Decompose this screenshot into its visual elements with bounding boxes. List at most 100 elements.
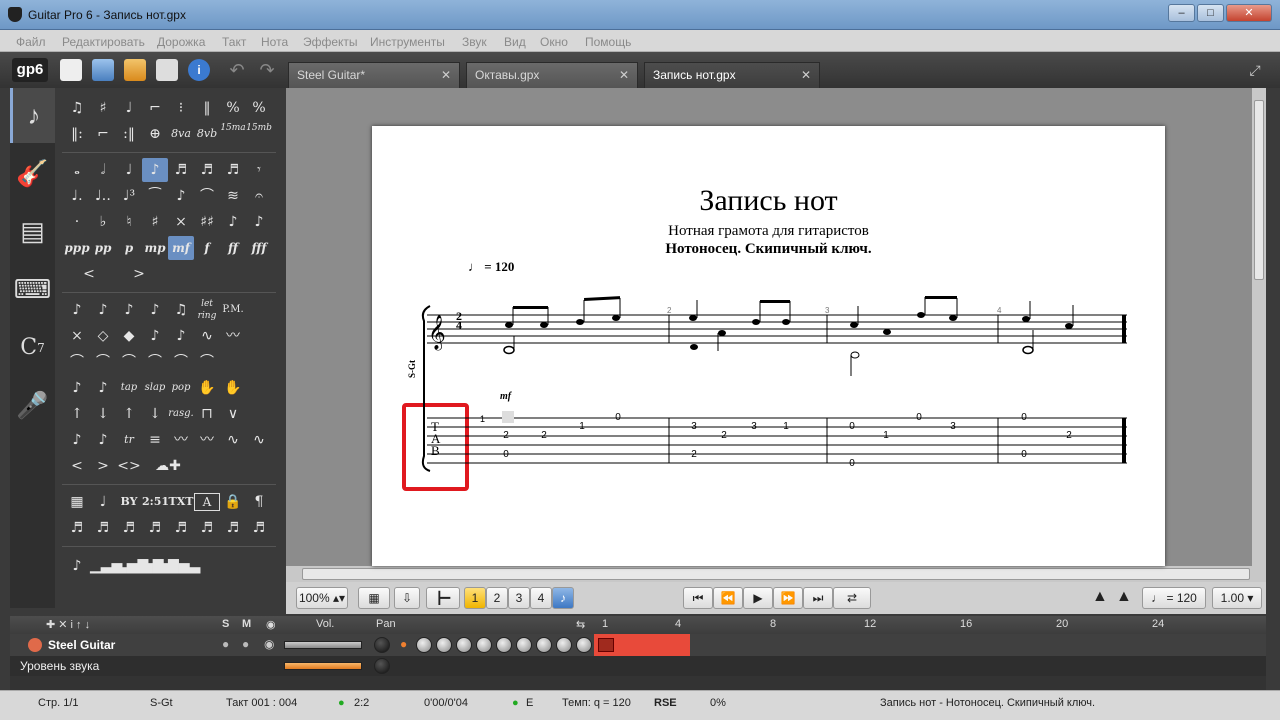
palm-mute-button[interactable]: P.M. <box>220 298 246 322</box>
tap-button[interactable]: tap <box>116 376 142 400</box>
arpeggio-down-icon[interactable]: ↓ <box>142 402 168 426</box>
save-file-icon[interactable] <box>124 59 146 81</box>
rewind-icon[interactable]: ⏪ <box>713 587 743 609</box>
auto-volume-icon[interactable]: ♬ <box>116 516 142 540</box>
ghost-note-icon[interactable]: ♪ <box>220 210 246 234</box>
menu-view[interactable]: Вид <box>504 35 526 49</box>
brush-down-icon[interactable]: ↓ <box>90 402 116 426</box>
track-row[interactable]: Steel Guitar ● ● ◉ ● <box>10 634 1266 656</box>
tuplet-icon[interactable]: ⌐ <box>142 96 168 120</box>
sharp-icon[interactable]: ♯ <box>142 210 168 234</box>
triplet-icon[interactable]: ♩³ <box>116 184 142 208</box>
menu-track[interactable]: Дорожка <box>157 35 205 49</box>
accent-icon[interactable]: < <box>64 454 90 478</box>
mute-toggle[interactable]: ● <box>242 637 249 651</box>
speed-select[interactable]: 1.00 ▾ <box>1212 587 1262 609</box>
volta-icon[interactable]: ⌐ <box>90 122 116 146</box>
vibrato-icon[interactable]: 〰 <box>168 428 194 452</box>
sixteenth-note-icon[interactable]: ♬ <box>168 158 194 182</box>
chord-category-icon[interactable]: C7 <box>10 320 55 375</box>
pick-down-icon[interactable]: ⊓ <box>194 402 220 426</box>
info-icon[interactable]: i <box>188 59 210 81</box>
repeat-open-icon[interactable]: ‖: <box>64 122 90 146</box>
accent-note-icon[interactable]: ♪ <box>246 210 272 234</box>
level-meter-icon[interactable]: ▁▃▅ <box>90 554 122 578</box>
level-meter-icon[interactable]: ▇▅▃ <box>168 554 200 578</box>
tab-notes[interactable]: Запись нот.gpx ✕ <box>644 62 820 88</box>
keyboard-category-icon[interactable]: ⌨ <box>10 262 55 317</box>
auto-tempo-icon[interactable]: ♬ <box>90 516 116 540</box>
legato-icon[interactable]: ⌒ <box>64 350 90 374</box>
let-ring-button[interactable]: let ring <box>194 298 220 322</box>
menu-window[interactable]: Окно <box>540 35 568 49</box>
tremolo-picking-icon[interactable]: ≡ <box>142 428 168 452</box>
repeat-close-icon[interactable]: :‖ <box>116 122 142 146</box>
tempo-field[interactable]: ♩ = 120 <box>1142 587 1206 609</box>
ottava-bassa-button[interactable]: 8vb <box>194 122 220 146</box>
sixty-fourth-note-icon[interactable]: ♬ <box>220 158 246 182</box>
expand-icon[interactable]: ⇆ <box>576 618 585 631</box>
playhead-bar[interactable] <box>598 638 614 652</box>
notation-category-icon[interactable]: ♪ <box>10 88 55 143</box>
add-articulation-icon[interactable]: ☁✚ <box>142 454 194 478</box>
voice-2-button[interactable]: 2 <box>486 587 508 609</box>
arpeggio-up-icon[interactable]: ↑ <box>116 402 142 426</box>
volume-slider[interactable] <box>284 641 362 649</box>
tenuto-icon[interactable]: <> <box>116 454 142 478</box>
menu-effects[interactable]: Эффекты <box>303 35 358 49</box>
wide-vibrato-icon[interactable]: 〰 <box>194 428 220 452</box>
chord-diagram-icon[interactable]: ▦ <box>64 490 90 514</box>
microphone-category-icon[interactable]: 🎤 <box>10 378 55 433</box>
pop-button[interactable]: pop <box>168 376 194 400</box>
release-icon[interactable]: ♪ <box>142 298 168 322</box>
slap-button[interactable]: slap <box>142 376 168 400</box>
text-button[interactable]: TXT <box>168 490 194 514</box>
right-hand-icon[interactable]: ✋ <box>220 376 246 400</box>
trill-button[interactable]: tr <box>116 428 142 452</box>
menu-help[interactable]: Помощь <box>585 35 631 49</box>
bend-vibrato-icon[interactable]: ∿ <box>220 428 246 452</box>
redo-icon[interactable]: ↷ <box>256 59 278 81</box>
tremolo-icon[interactable]: ≋ <box>220 184 246 208</box>
scrollbar-thumb[interactable] <box>302 568 1250 580</box>
brush-up-icon[interactable]: ↑ <box>64 402 90 426</box>
maximize-button[interactable]: □ <box>1197 4 1224 22</box>
dynamic-fff-button[interactable]: fff <box>246 236 272 260</box>
dynamic-ff-button[interactable]: ff <box>220 236 246 260</box>
effect-knob[interactable] <box>436 637 452 653</box>
dot-icon[interactable]: · <box>64 210 90 234</box>
print-icon[interactable] <box>156 59 178 81</box>
crescendo-icon[interactable]: < <box>64 262 114 286</box>
flat-icon[interactable]: ♭ <box>90 210 116 234</box>
dynamic-p-button[interactable]: p <box>116 236 142 260</box>
beat-text-button[interactable]: BY <box>116 490 142 514</box>
legato-slide-icon[interactable]: ⌒ <box>90 350 116 374</box>
auto-pan-icon[interactable]: ♬ <box>168 516 194 540</box>
effect-knob[interactable] <box>476 637 492 653</box>
whammy-vibrato-icon[interactable]: ∿ <box>246 428 272 452</box>
fingering-icon[interactable]: ♪ <box>90 376 116 400</box>
add-track-icon[interactable]: ✚ ✕ i ↑ ↓ <box>46 618 90 631</box>
auto-wah-icon[interactable]: ♬ <box>246 516 272 540</box>
coda-icon[interactable]: ⊕ <box>142 122 168 146</box>
pan-knob[interactable] <box>374 637 390 653</box>
shift-slide-icon[interactable]: ⌒ <box>116 350 142 374</box>
fermata-icon[interactable]: 𝄐 <box>246 184 272 208</box>
repeat-icon[interactable]: ‖ <box>194 96 220 120</box>
close-tab-icon[interactable]: ✕ <box>619 63 629 87</box>
voice-3-button[interactable]: 3 <box>508 587 530 609</box>
quarter-note-icon[interactable]: ♩ <box>116 158 142 182</box>
loop-icon[interactable]: ⇄ <box>833 587 871 609</box>
voice-icon[interactable]: ♫ <box>64 96 90 120</box>
dotted-note-icon[interactable]: ♩. <box>64 184 90 208</box>
open-file-icon[interactable] <box>92 59 114 81</box>
first-bar-icon[interactable]: ⏮ <box>683 587 713 609</box>
master-volume-slider[interactable] <box>284 662 362 670</box>
multitrack-icon[interactable]: ⇩ <box>394 587 420 609</box>
timer-button[interactable]: 2:51 <box>142 490 169 514</box>
pinch-harmonic-icon[interactable]: ♪ <box>142 324 168 348</box>
horizontal-scrollbar[interactable] <box>286 566 1266 582</box>
track-name[interactable]: Steel Guitar <box>48 638 115 652</box>
rasgueado-button[interactable]: rasg. <box>168 402 194 426</box>
vertical-scrollbar[interactable] <box>1252 88 1266 566</box>
